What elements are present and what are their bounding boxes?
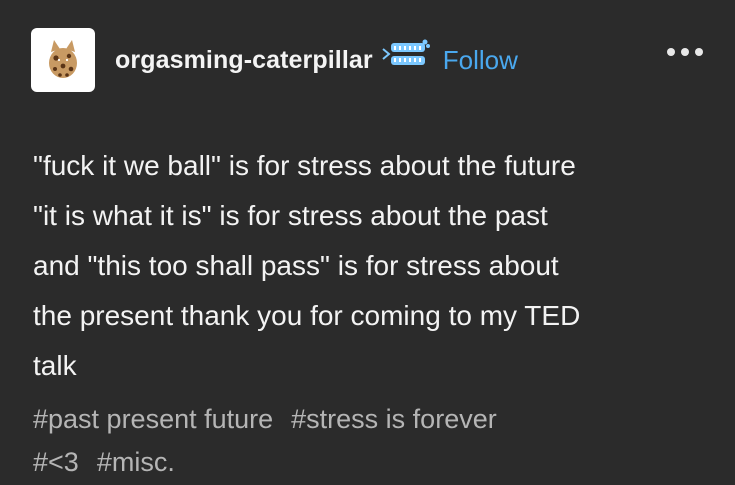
post-body-line: and "this too shall pass" is for stress … (33, 250, 559, 281)
tag-row: #past present future #stress is forever (33, 398, 713, 441)
post-header: orgasming-caterpillar Follow (31, 28, 711, 92)
more-options-button[interactable] (667, 48, 703, 56)
tag-row: #<3 #misc. (33, 441, 713, 484)
follow-button[interactable]: Follow (443, 45, 518, 76)
cookie-cat-avatar-icon (49, 40, 77, 78)
tumblr-post: orgasming-caterpillar Follow "fuck it we… (0, 0, 735, 485)
ellipsis-icon (667, 48, 675, 56)
post-body-line: talk (33, 350, 77, 381)
ellipsis-icon (681, 48, 689, 56)
fish-skeleton-badge-icon (382, 39, 430, 65)
tag-heart[interactable]: #<3 (33, 447, 79, 477)
post-body-line: "it is what it is" is for stress about t… (33, 200, 548, 231)
post-tags: #past present future #stress is forever #… (33, 398, 713, 484)
post-body: "fuck it we ball" is for stress about th… (33, 141, 713, 391)
tag-misc[interactable]: #misc. (97, 447, 175, 477)
ellipsis-icon (695, 48, 703, 56)
avatar[interactable] (31, 28, 95, 92)
tag-past-present-future[interactable]: #past present future (33, 404, 273, 434)
post-body-line: "fuck it we ball" is for stress about th… (33, 150, 576, 181)
post-body-line: the present thank you for coming to my T… (33, 300, 581, 331)
username-link[interactable]: orgasming-caterpillar (115, 46, 373, 75)
tag-stress-is-forever[interactable]: #stress is forever (291, 404, 497, 434)
